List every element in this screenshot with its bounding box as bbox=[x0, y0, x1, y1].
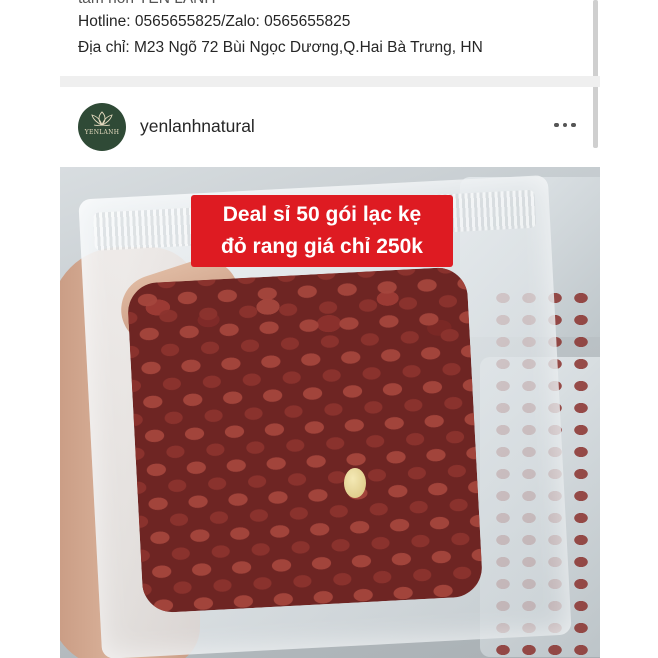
deal-banner-line-1: Deal sỉ 50 gói lạc kẹ bbox=[222, 203, 422, 226]
caption-address: Địa chỉ: M23 Ngõ 72 Bùi Ngọc Dương,Q.Hai… bbox=[78, 39, 483, 56]
more-horizontal-icon-dot bbox=[571, 122, 576, 128]
caption-hotline: Hotline: 0565655825/Zalo: 0565655825 bbox=[78, 13, 351, 30]
more-options-button[interactable] bbox=[550, 115, 580, 135]
avatar-brand-text: YENLANH bbox=[84, 129, 120, 136]
post-username[interactable]: yenlanhnatural bbox=[140, 116, 255, 137]
peanut-texture bbox=[126, 266, 484, 614]
deal-banner: Deal sỉ 50 gói lạc kẹ đỏ rang giá chỉ 25… bbox=[191, 195, 453, 267]
feed-separator bbox=[60, 76, 600, 87]
post-photo[interactable]: Deal sỉ 50 gói lạc kẹ đỏ rang giá chỉ 25… bbox=[60, 167, 600, 658]
deal-banner-line-2: đỏ rang giá chỉ 250k bbox=[221, 235, 423, 258]
pale-peanut bbox=[344, 468, 366, 498]
more-horizontal-icon-dot bbox=[562, 122, 568, 128]
post-caption: tâm hồn YẾN LÀNH Hotline: 0565655825/Zal… bbox=[60, 0, 600, 76]
post-header: YENLANH yenlanhnatural bbox=[60, 87, 600, 167]
lotus-logo-icon bbox=[91, 111, 113, 126]
more-horizontal-icon bbox=[554, 122, 559, 128]
avatar[interactable]: YENLANH bbox=[78, 103, 126, 151]
